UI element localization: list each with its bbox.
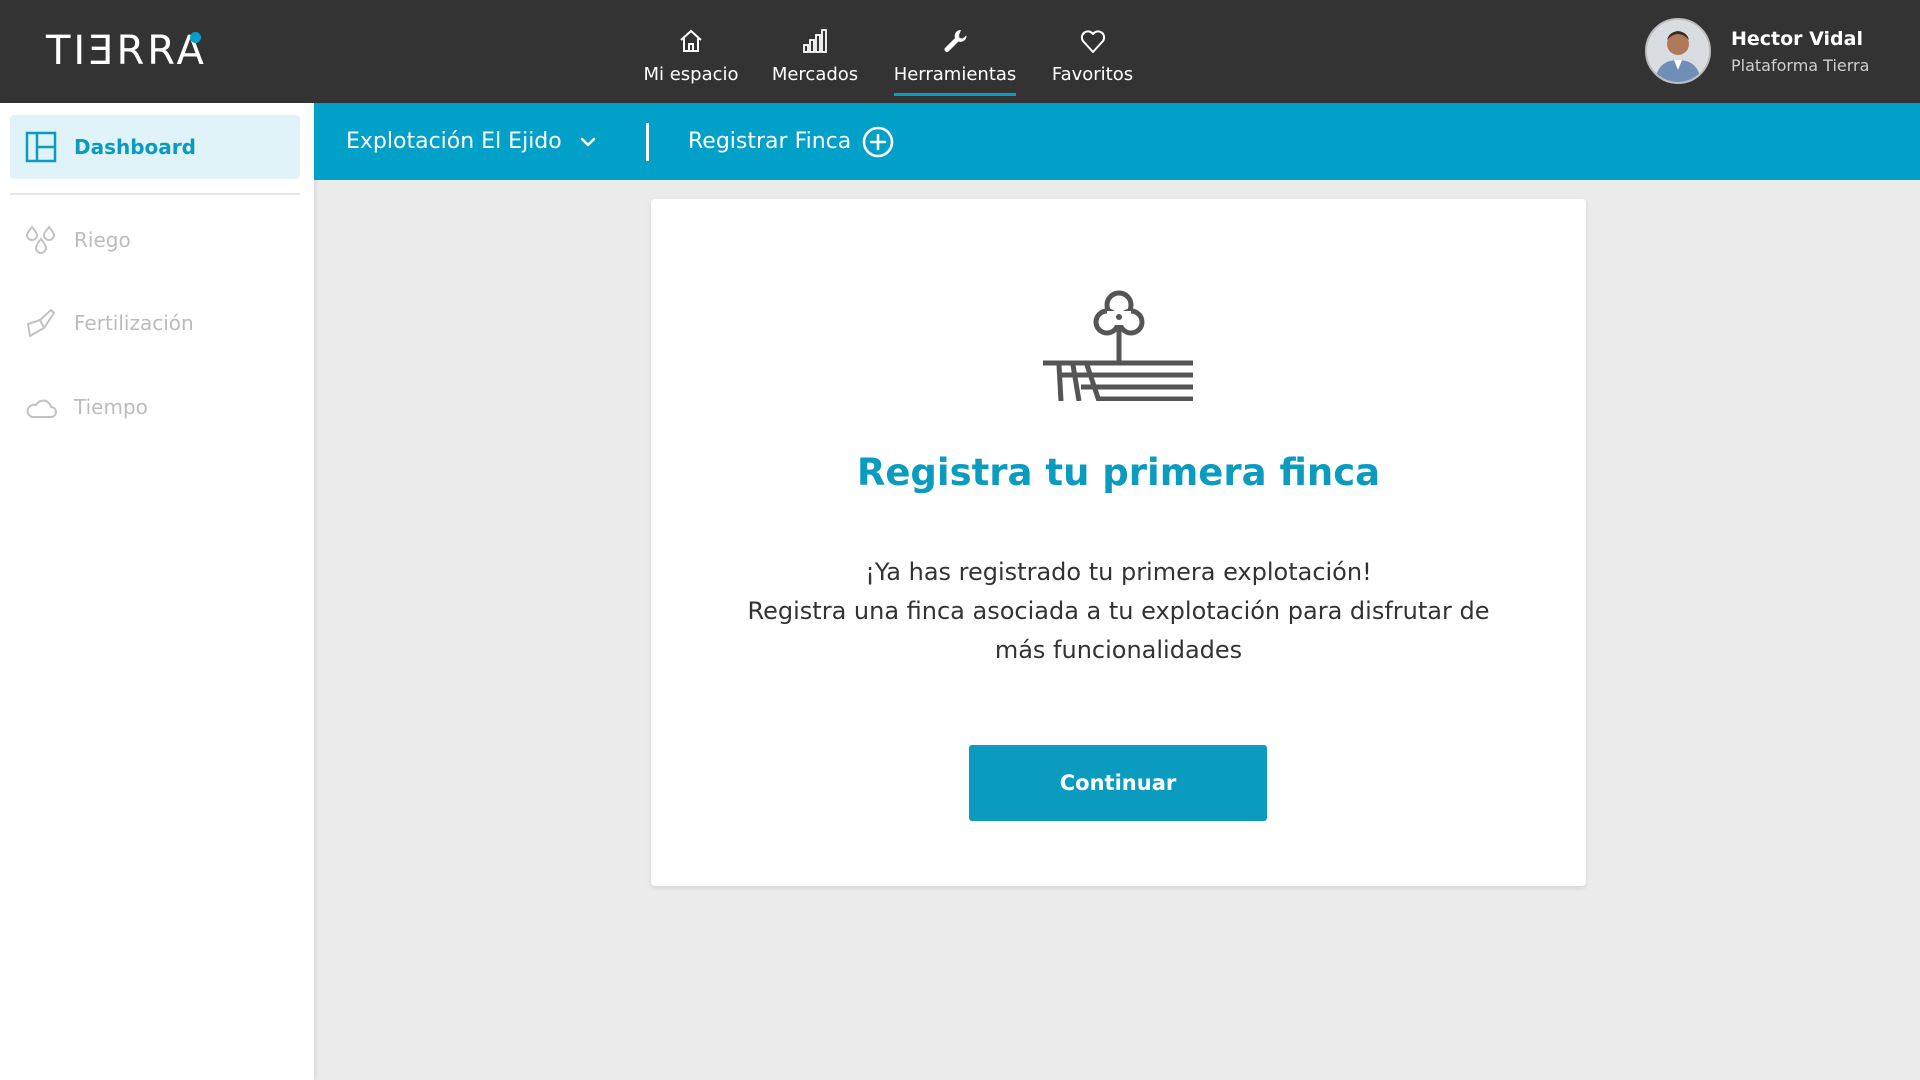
nav-label: Favoritos (1051, 64, 1134, 85)
dashboard-icon (25, 131, 57, 163)
card-message: ¡Ya has registrado tu primera explotació… (651, 553, 1586, 670)
sidebar-item-label: Tiempo (74, 395, 148, 419)
top-navigation: Mi espacio Mercados Herramientas Favorit… (620, 0, 1155, 103)
logo-dot (190, 32, 201, 43)
farm-selector-dropdown[interactable]: Explotación El Ejido (346, 103, 598, 180)
sidebar-divider (10, 193, 300, 195)
nav-label: Herramientas (893, 64, 1017, 96)
farm-field-icon (1043, 290, 1193, 401)
bar-chart-icon (803, 29, 827, 53)
chevron-down-icon (580, 137, 596, 146)
continue-button[interactable]: Continuar (969, 745, 1267, 821)
sidebar: Dashboard Riego Fertilización Tiempo (0, 103, 314, 1080)
plus-circle-icon (862, 126, 894, 157)
user-name: Hector Vidal (1731, 27, 1863, 50)
farm-selector-label: Explotación El Ejido (346, 129, 562, 154)
user-photo-icon (1647, 20, 1709, 82)
card-message-line-3: más funcionalidades (994, 636, 1243, 664)
nav-label: Mercados (771, 64, 859, 85)
card-message-line-2: Registra una finca asociada a tu explota… (747, 597, 1490, 625)
app-logo[interactable]: TIƎRRA (46, 28, 207, 74)
card-message-line-1: ¡Ya has registrado tu primera explotació… (865, 558, 1372, 586)
register-finca-label: Registrar Finca (688, 129, 852, 154)
top-header: TIƎRRA Mi espacio Mercados Herramientas … (0, 0, 1920, 103)
heart-icon (1080, 30, 1105, 53)
sidebar-item-fertilizacion[interactable]: Fertilización (10, 291, 300, 355)
nav-label: Mi espacio (643, 64, 739, 85)
sidebar-item-label: Fertilización (74, 311, 194, 335)
nav-favoritos[interactable]: Favoritos (1030, 0, 1155, 103)
wrench-icon (944, 29, 967, 52)
fertilizer-icon (27, 309, 55, 337)
sidebar-item-riego[interactable]: Riego (10, 208, 300, 272)
user-menu[interactable]: Hector Vidal Plataforma Tierra (1645, 18, 1869, 84)
user-subtitle: Plataforma Tierra (1731, 55, 1870, 75)
avatar[interactable] (1645, 18, 1711, 84)
home-icon (680, 29, 702, 52)
sidebar-item-label: Dashboard (74, 135, 196, 159)
nav-herramientas[interactable]: Herramientas (880, 0, 1030, 103)
sub-toolbar: Explotación El Ejido Registrar Finca (314, 103, 1920, 180)
sidebar-item-label: Riego (74, 228, 131, 252)
register-finca-button[interactable]: Registrar Finca (688, 103, 895, 180)
cloud-icon (26, 399, 57, 418)
sidebar-item-tiempo[interactable]: Tiempo (10, 375, 300, 439)
toolbar-divider (646, 123, 649, 161)
water-drops-icon (25, 225, 56, 254)
nav-mi-espacio[interactable]: Mi espacio (632, 0, 750, 103)
nav-mercados[interactable]: Mercados (750, 0, 880, 103)
card-title: Registra tu primera finca (856, 451, 1381, 494)
sidebar-item-dashboard[interactable]: Dashboard (10, 115, 300, 179)
register-finca-card: Registra tu primera finca ¡Ya has regist… (651, 199, 1586, 886)
